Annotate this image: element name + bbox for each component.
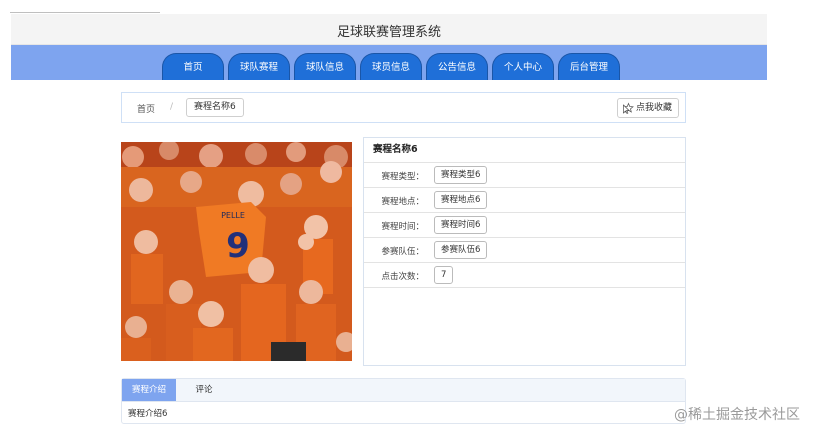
- nav-tab-team-info[interactable]: 球队信息: [294, 53, 356, 80]
- schedule-detail-panel: 赛程名称6 赛程类型： 赛程类型6 赛程地点： 赛程地点6 赛程时间： 赛程时间…: [363, 137, 686, 366]
- favorite-button-label: 点我收藏: [635, 103, 672, 113]
- tabs-header: 赛程介绍 评论: [122, 379, 685, 402]
- detail-row-type: 赛程类型： 赛程类型6: [364, 163, 685, 188]
- tab-comments[interactable]: 评论: [186, 379, 222, 401]
- detail-label-location: 赛程地点：: [381, 197, 424, 207]
- tab-introduction[interactable]: 赛程介绍: [122, 379, 176, 401]
- nav-bar: 首页 球队赛程 球队信息 球员信息 公告信息 个人中心 后台管理: [11, 45, 767, 80]
- breadcrumb-home-link[interactable]: 首页: [137, 102, 155, 115]
- schedule-photo: PELLE 9: [121, 142, 352, 361]
- title-bar: 足球联赛管理系统: [11, 14, 767, 45]
- detail-row-teams: 参赛队伍： 参赛队伍6: [364, 238, 685, 263]
- breadcrumb-separator: /: [170, 102, 174, 112]
- breadcrumb: 首页 / 赛程名称6 点我收藏: [121, 92, 686, 123]
- detail-row-location: 赛程地点： 赛程地点6: [364, 188, 685, 213]
- detail-value-clicks: 7: [434, 266, 454, 284]
- breadcrumb-current: 赛程名称6: [186, 98, 244, 117]
- nav-tab-player-info[interactable]: 球员信息: [360, 53, 422, 80]
- favorite-button[interactable]: 点我收藏: [616, 98, 679, 118]
- detail-label-teams: 参赛队伍：: [381, 247, 424, 257]
- jersey-number: 9: [226, 226, 250, 266]
- detail-value-time: 赛程时间6: [434, 216, 488, 234]
- nav-tab-personal-center[interactable]: 个人中心: [492, 53, 554, 80]
- star-cursor-icon: [623, 102, 634, 114]
- page-title: 足球联赛管理系统: [336, 25, 441, 40]
- nav-tabs: 首页 球队赛程 球队信息 球员信息 公告信息 个人中心 后台管理: [162, 53, 620, 80]
- detail-row-time: 赛程时间： 赛程时间6: [364, 213, 685, 238]
- detail-label-type: 赛程类型：: [381, 172, 424, 182]
- content-tabs: 赛程介绍 评论 赛程介绍6: [121, 378, 686, 424]
- watermark: @稀土掘金技术社区: [674, 407, 800, 423]
- detail-value-type: 赛程类型6: [434, 166, 488, 184]
- introduction-text: 赛程介绍6: [128, 409, 168, 419]
- jersey-name: PELLE: [221, 211, 245, 220]
- detail-value-location: 赛程地点6: [434, 191, 488, 209]
- fans-photo-image: PELLE 9: [121, 142, 352, 361]
- detail-value-teams: 参赛队伍6: [434, 241, 488, 259]
- nav-tab-admin[interactable]: 后台管理: [558, 53, 620, 80]
- nav-tab-home[interactable]: 首页: [162, 53, 224, 80]
- schedule-name-heading: 赛程名称6: [364, 138, 685, 163]
- detail-label-time: 赛程时间：: [381, 222, 424, 232]
- top-divider: [10, 12, 160, 13]
- detail-row-clicks: 点击次数： 7: [364, 263, 685, 288]
- nav-tab-schedule[interactable]: 球队赛程: [228, 53, 290, 80]
- detail-label-clicks: 点击次数：: [381, 272, 424, 282]
- nav-tab-announcements[interactable]: 公告信息: [426, 53, 488, 80]
